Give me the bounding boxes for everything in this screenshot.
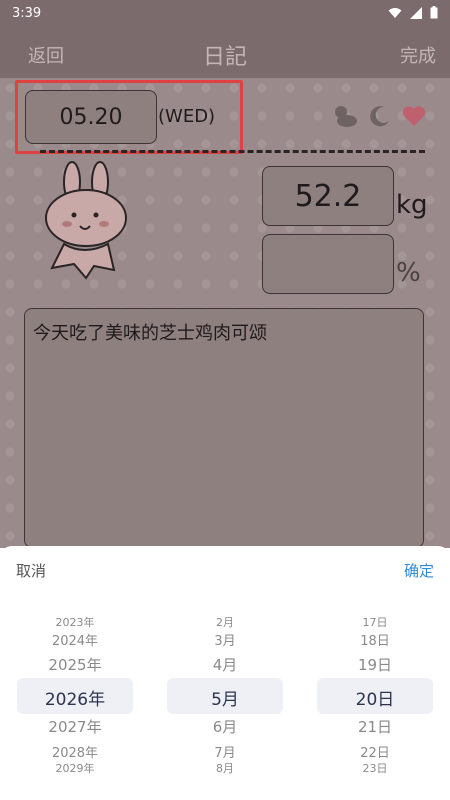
year-option[interactable]: 2025年 xyxy=(0,654,150,675)
month-option[interactable]: 2月 xyxy=(150,614,300,630)
month-option[interactable]: 4月 xyxy=(150,654,300,675)
wifi-icon xyxy=(388,7,402,18)
body-fat-unit: % xyxy=(396,258,421,288)
weight-input[interactable]: 52.2 xyxy=(262,166,394,226)
moon-icon[interactable] xyxy=(368,104,392,134)
day-option[interactable]: 22日 xyxy=(300,742,450,761)
rabbit-illustration xyxy=(45,161,127,280)
month-wheel[interactable]: 2月 3月 4月 5月 6月 7月 8月 xyxy=(150,608,300,782)
divider xyxy=(40,150,425,153)
weight-unit: kg xyxy=(396,190,428,220)
picker-cancel-button[interactable]: 取消 xyxy=(16,560,46,581)
signal-icon xyxy=(410,6,422,19)
year-option[interactable]: 2024年 xyxy=(0,630,150,649)
body-fat-input[interactable] xyxy=(262,234,394,294)
day-option-selected[interactable]: 20日 xyxy=(300,685,450,710)
page-title: 日記 xyxy=(202,45,247,70)
status-icons xyxy=(388,6,438,19)
month-option[interactable]: 6月 xyxy=(150,716,300,737)
year-option[interactable]: 2028年 xyxy=(0,742,150,761)
heart-icon[interactable] xyxy=(402,105,426,133)
month-option[interactable]: 3月 xyxy=(150,630,300,649)
month-option[interactable]: 7月 xyxy=(150,742,300,761)
year-option[interactable]: 2029年 xyxy=(0,760,150,776)
mood-icons xyxy=(332,104,426,134)
date-picker-sheet: 取消 确定 2023年 2024年 2025年 2026年 2027年 2028… xyxy=(0,546,450,800)
day-option[interactable]: 18日 xyxy=(300,630,450,649)
date-highlight-box xyxy=(15,80,243,154)
day-wheel[interactable]: 17日 18日 19日 20日 21日 22日 23日 xyxy=(300,608,450,782)
duck-icon[interactable] xyxy=(332,104,358,134)
day-option[interactable]: 19日 xyxy=(300,654,450,675)
year-option[interactable]: 2023年 xyxy=(0,614,150,630)
year-option[interactable]: 2027年 xyxy=(0,716,150,737)
note-textarea[interactable]: 今天吃了美味的芝士鸡肉可颂 xyxy=(24,308,424,548)
status-bar: 3:39 xyxy=(0,0,450,28)
day-option[interactable]: 17日 xyxy=(300,614,450,630)
status-time: 3:39 xyxy=(12,6,42,21)
done-button[interactable]: 完成 xyxy=(400,42,436,68)
year-wheel[interactable]: 2023年 2024年 2025年 2026年 2027年 2028年 2029… xyxy=(0,608,150,782)
picker-confirm-button[interactable]: 确定 xyxy=(404,560,434,581)
day-option[interactable]: 21日 xyxy=(300,716,450,737)
month-option-selected[interactable]: 5月 xyxy=(150,685,300,710)
year-option-selected[interactable]: 2026年 xyxy=(0,685,150,710)
day-option[interactable]: 23日 xyxy=(300,760,450,776)
month-option[interactable]: 8月 xyxy=(150,760,300,776)
diary-content: 05.20 (WED) 52.2 kg % 今天吃了美味的芝士鸡肉可颂 xyxy=(0,78,450,548)
battery-icon xyxy=(430,6,438,19)
app-header: 返回 日記 完成 xyxy=(0,28,450,78)
